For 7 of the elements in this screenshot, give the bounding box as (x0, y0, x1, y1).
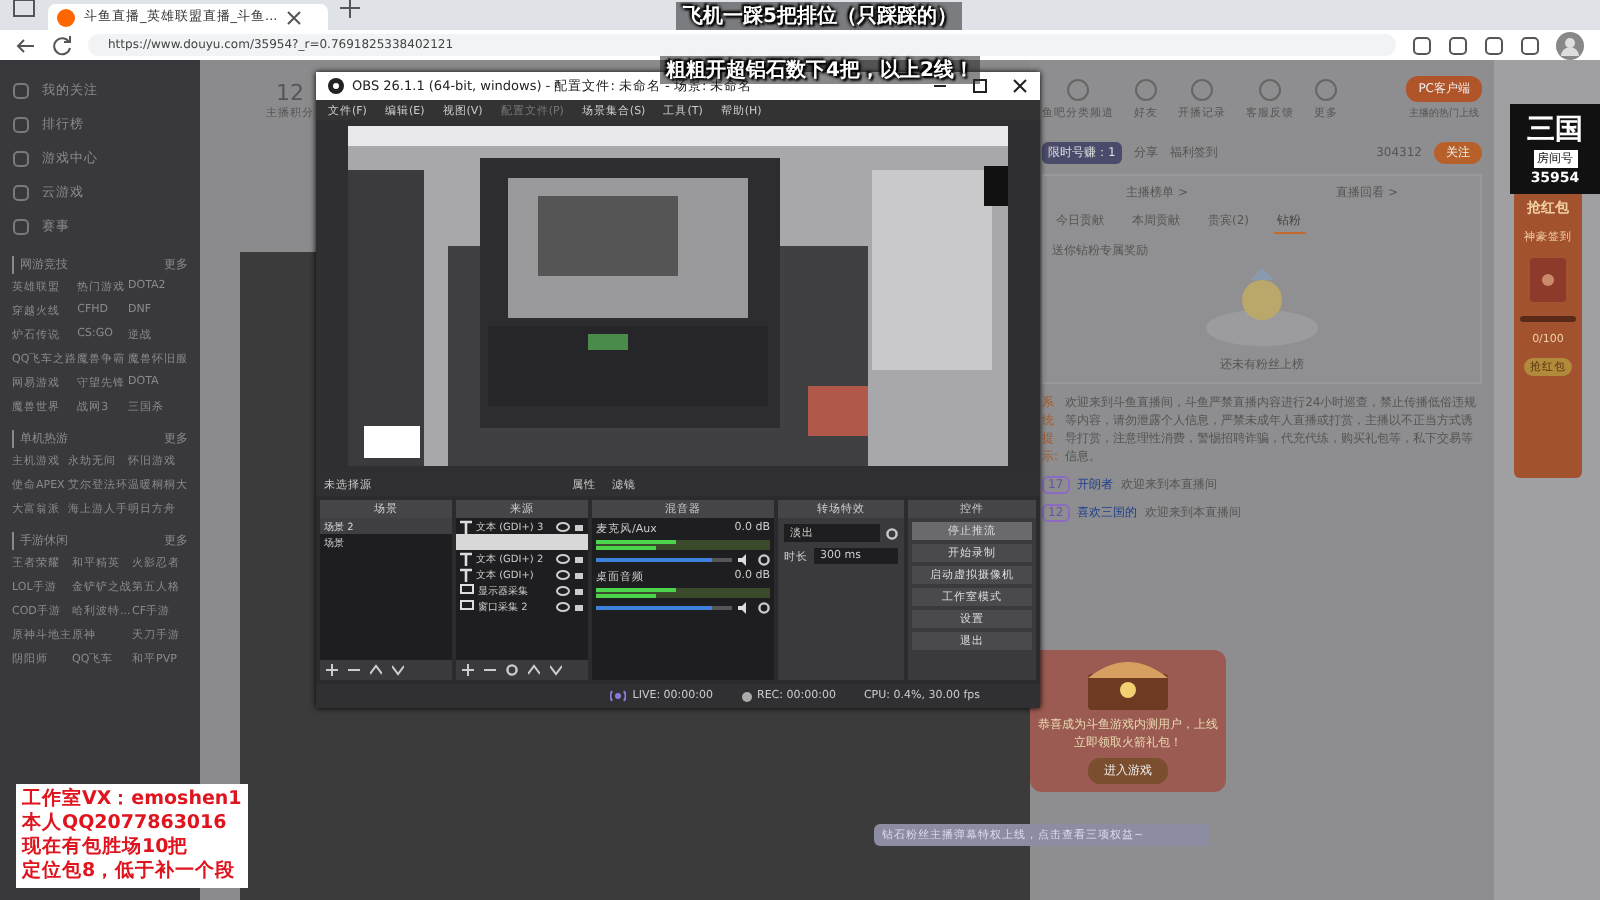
ad-text: 现在有包胜场10把 (22, 836, 191, 859)
ad-text: 工作室VX：emoshen1 (22, 788, 242, 812)
logo-text: 三国 (1527, 112, 1583, 148)
overlay-caption: 飞机一踩5把排位（只踩踩的） (676, 2, 963, 30)
ad-text: 本人QQ2077863016 (22, 812, 229, 836)
ad-text: 定位包8，低于补一个段 (22, 860, 238, 884)
count-number: 12 (276, 80, 304, 106)
